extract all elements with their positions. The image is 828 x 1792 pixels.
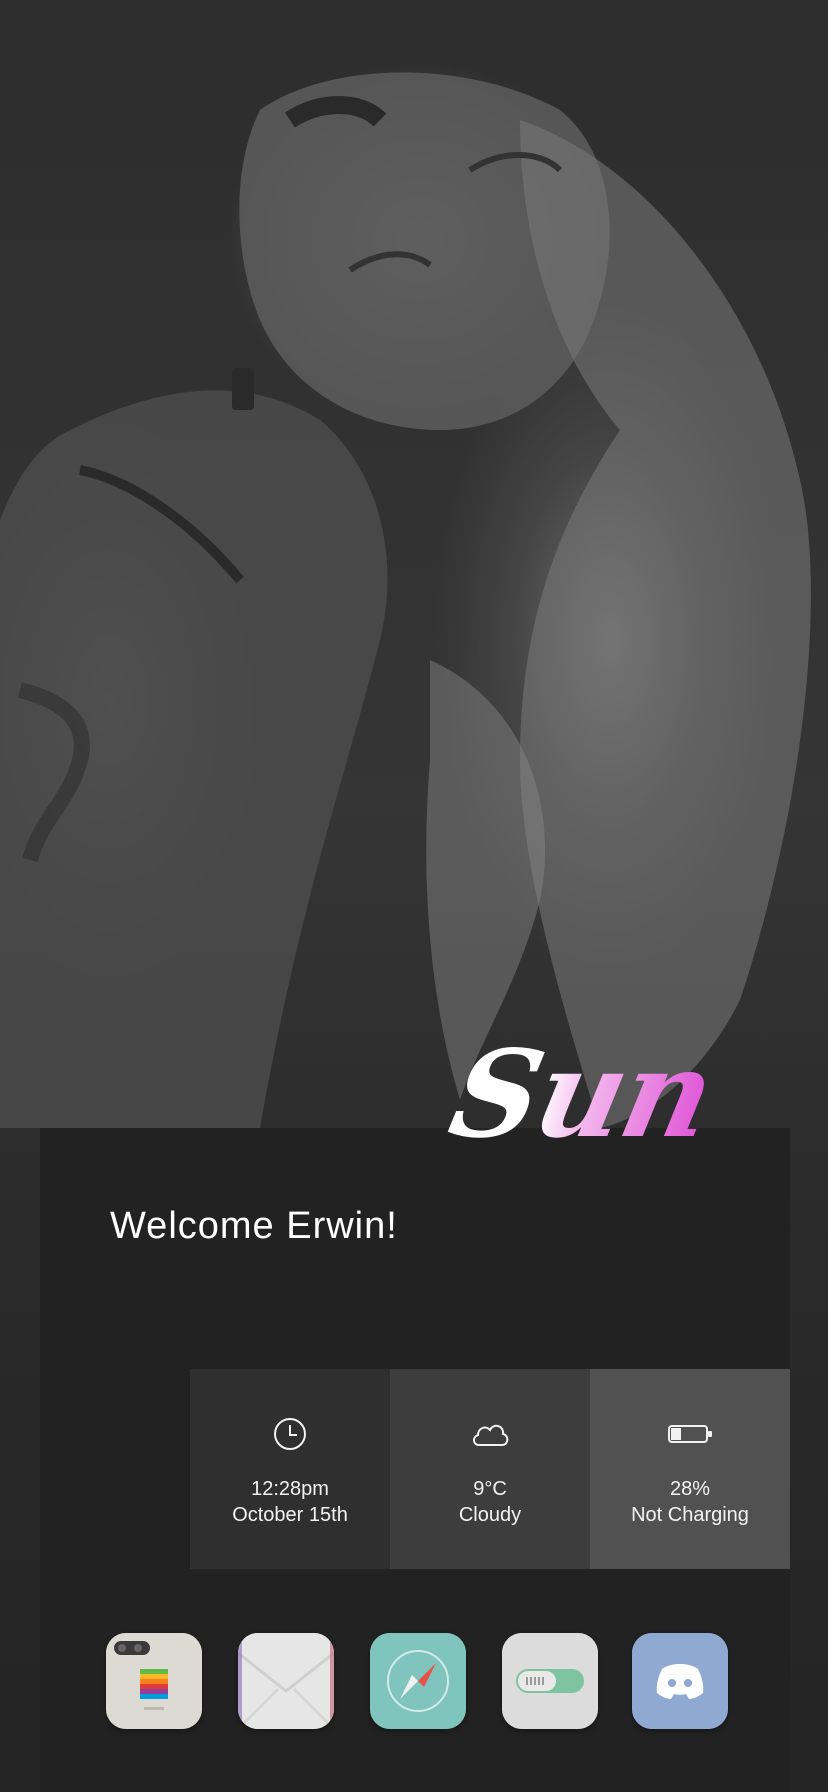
clock-icon	[272, 1414, 308, 1454]
battery-level-fill	[671, 1428, 681, 1440]
safari-icon	[370, 1633, 466, 1729]
battery-icon	[667, 1414, 713, 1454]
battery-percent: 28%	[669, 1478, 711, 1500]
welcome-message: Welcome Erwin!	[110, 1205, 398, 1247]
weather-condition: Cloudy	[458, 1504, 522, 1526]
portrait-photo	[0, 72, 811, 1128]
mail-app-icon[interactable]	[238, 1633, 334, 1729]
cloud-icon	[469, 1414, 511, 1454]
time-value: 12:28pm	[251, 1478, 329, 1500]
discord-app-icon[interactable]	[632, 1633, 728, 1729]
date-value: October 15th	[232, 1504, 348, 1526]
brand-logo: Sun	[436, 1010, 802, 1180]
mail-icon	[238, 1633, 334, 1729]
settings-toggle-icon	[502, 1633, 598, 1729]
phone-app-icon[interactable]	[106, 1633, 202, 1729]
weather-widget[interactable]: 9°C Cloudy	[390, 1369, 590, 1569]
battery-widget[interactable]: 28% Not Charging	[590, 1369, 790, 1569]
charging-status: Not Charging	[631, 1504, 749, 1526]
safari-app-icon[interactable]	[370, 1633, 466, 1729]
settings-app-icon[interactable]	[502, 1633, 598, 1729]
temperature-value: 9°C	[473, 1478, 507, 1500]
discord-icon	[632, 1633, 728, 1729]
phone-icon	[106, 1633, 202, 1729]
time-widget[interactable]: 12:28pm October 15th	[190, 1369, 390, 1569]
